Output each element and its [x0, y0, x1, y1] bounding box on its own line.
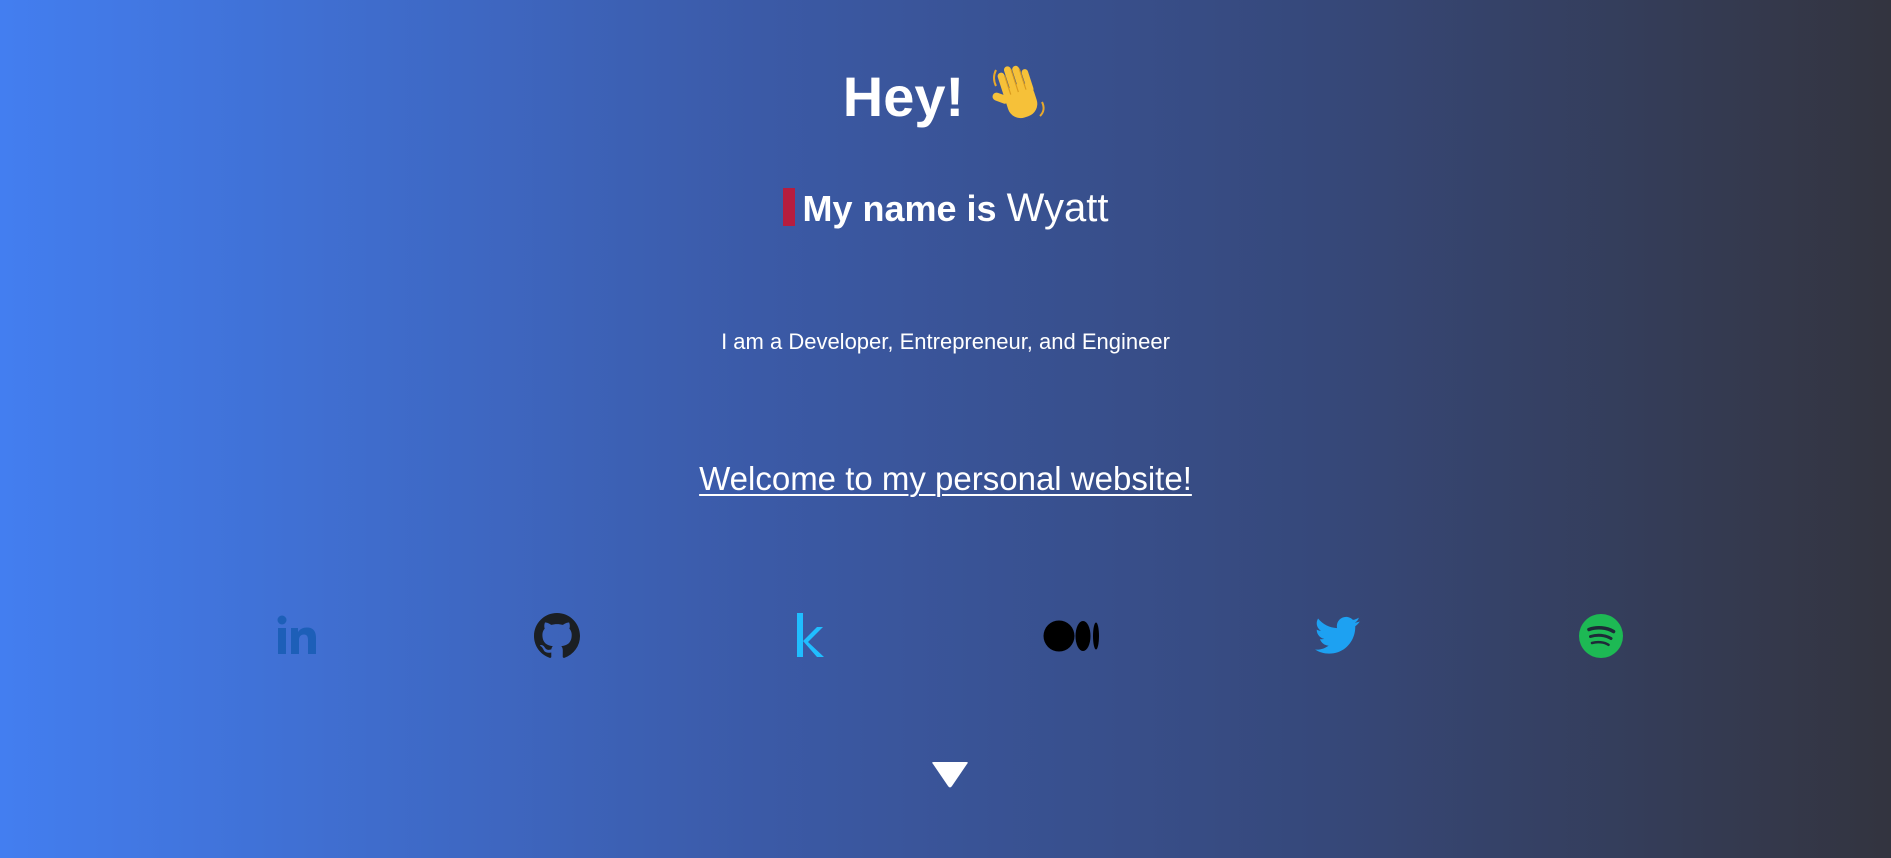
- spotify-link[interactable]: [1575, 612, 1627, 664]
- github-link[interactable]: [531, 612, 583, 664]
- medium-link[interactable]: [1043, 612, 1101, 664]
- wave-hand-icon: [990, 62, 1048, 140]
- typing-cursor: [782, 188, 795, 226]
- kaggle-icon: [787, 611, 831, 666]
- spotify-icon: [1578, 613, 1624, 664]
- linkedin-link[interactable]: [271, 612, 323, 664]
- twitter-link[interactable]: [1312, 612, 1364, 664]
- scroll-down-button[interactable]: [930, 760, 970, 792]
- greeting-heading: Hey!: [0, 62, 1891, 140]
- greeting-text: Hey!: [842, 65, 965, 128]
- tagline: I am a Developer, Entrepreneur, and Engi…: [721, 329, 1170, 354]
- welcome-link[interactable]: Welcome to my personal website!: [699, 460, 1192, 497]
- name-heading: My name is Wyatt: [0, 182, 1891, 235]
- github-icon: [534, 612, 580, 664]
- welcome-section: Welcome to my personal website!: [0, 458, 1891, 500]
- twitter-icon: [1314, 616, 1361, 661]
- name-value: Wyatt: [1006, 186, 1109, 230]
- name-prefix: My name is: [802, 188, 997, 229]
- kaggle-link[interactable]: [783, 612, 835, 664]
- chevron-down-icon: [930, 762, 970, 796]
- linkedin-icon: [275, 614, 319, 663]
- medium-icon: [1043, 619, 1101, 658]
